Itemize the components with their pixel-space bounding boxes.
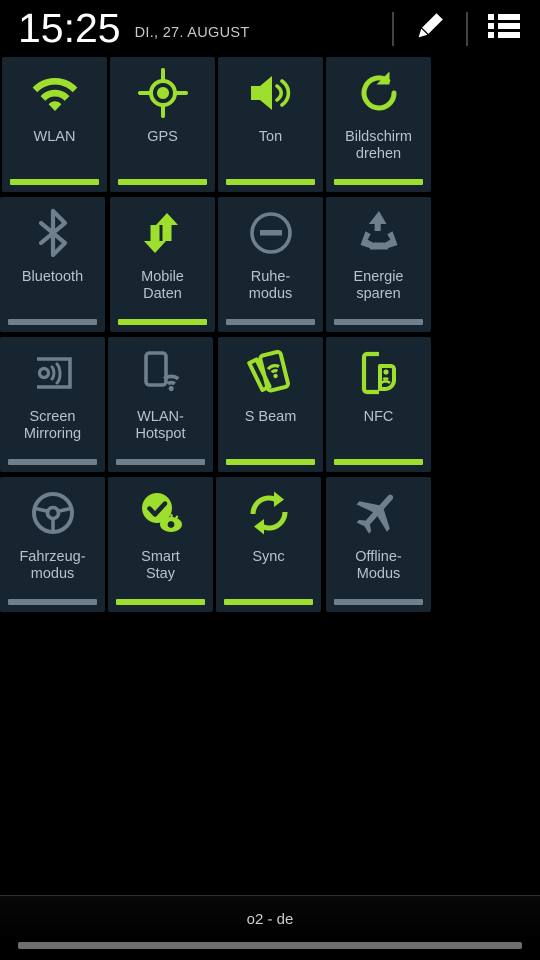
mobile-data-icon — [110, 197, 215, 269]
sound-icon — [218, 57, 323, 129]
status-bar: 15:25 DI., 27. AUGUST — [0, 0, 540, 57]
tile-mobile-daten[interactable]: Mobile Daten — [110, 197, 215, 332]
drag-handle[interactable] — [18, 942, 522, 949]
tile-state-bar — [116, 459, 205, 465]
tile-energie-sparen[interactable]: Energie sparen — [326, 197, 431, 332]
list-icon — [487, 11, 521, 46]
tile-state-bar — [226, 179, 315, 185]
s-beam-icon — [218, 337, 323, 409]
steering-wheel-icon — [0, 477, 105, 549]
tile-state-bar — [8, 319, 97, 325]
airplane-icon — [326, 477, 431, 549]
tile-state-bar — [334, 599, 423, 605]
tile-state-bar — [224, 599, 313, 605]
tile-state-bar — [334, 459, 423, 465]
hotspot-icon — [108, 337, 213, 409]
tile-state-bar — [10, 179, 99, 185]
carrier-bar: o2 - de — [0, 895, 540, 942]
wifi-icon — [2, 57, 107, 129]
power-saving-icon — [326, 197, 431, 269]
pencil-icon — [413, 9, 447, 48]
tile-ruhemodus[interactable]: Ruhe- modus — [218, 197, 323, 332]
list-button[interactable] — [482, 7, 526, 51]
tile-gps[interactable]: GPS — [110, 57, 215, 192]
tile-bluetooth[interactable]: Bluetooth — [0, 197, 105, 332]
tile-wlan-hotspot[interactable]: WLAN- Hotspot — [108, 337, 213, 472]
tile-screen-mirroring[interactable]: Screen Mirroring — [0, 337, 105, 472]
tile-bildschirm-drehen[interactable]: Bildschirm drehen — [326, 57, 431, 192]
tile-ton[interactable]: Ton — [218, 57, 323, 192]
header-divider-left — [392, 11, 394, 46]
edit-button[interactable] — [408, 7, 452, 51]
tile-state-bar — [118, 319, 207, 325]
date-label: DI., 27. AUGUST — [134, 24, 250, 41]
clock: 15:25 — [18, 5, 121, 51]
screen-rotate-icon — [326, 57, 431, 129]
tile-state-bar — [8, 459, 97, 465]
bluetooth-icon — [0, 197, 105, 269]
header-divider-right — [466, 11, 468, 46]
tile-offline-modus[interactable]: Offline- Modus — [326, 477, 431, 612]
smart-stay-icon — [108, 477, 213, 549]
tile-nfc[interactable]: NFC — [326, 337, 431, 472]
gps-icon — [110, 57, 215, 129]
carrier-label: o2 - de — [246, 910, 294, 928]
tile-state-bar — [226, 319, 315, 325]
tile-fahrzeugmodus[interactable]: Fahrzeug- modus — [0, 477, 105, 612]
tile-state-bar — [118, 179, 207, 185]
tile-s-beam[interactable]: S Beam — [218, 337, 323, 472]
tile-wlan[interactable]: WLAN — [2, 57, 107, 192]
drag-handle-area[interactable] — [0, 942, 540, 960]
screen-mirroring-icon — [0, 337, 105, 409]
tile-state-bar — [226, 459, 315, 465]
nfc-icon — [326, 337, 431, 409]
tile-state-bar — [334, 179, 423, 185]
bottom-area: o2 - de — [0, 895, 540, 960]
tile-smart-stay[interactable]: Smart Stay — [108, 477, 213, 612]
tile-state-bar — [116, 599, 205, 605]
tile-state-bar — [8, 599, 97, 605]
do-not-disturb-icon — [218, 197, 323, 269]
tile-state-bar — [334, 319, 423, 325]
sync-icon — [216, 477, 321, 549]
quick-settings-grid: WLAN GPS Ton Bildschirm drehen Bluetooth… — [0, 57, 540, 617]
tile-sync[interactable]: Sync — [216, 477, 321, 612]
